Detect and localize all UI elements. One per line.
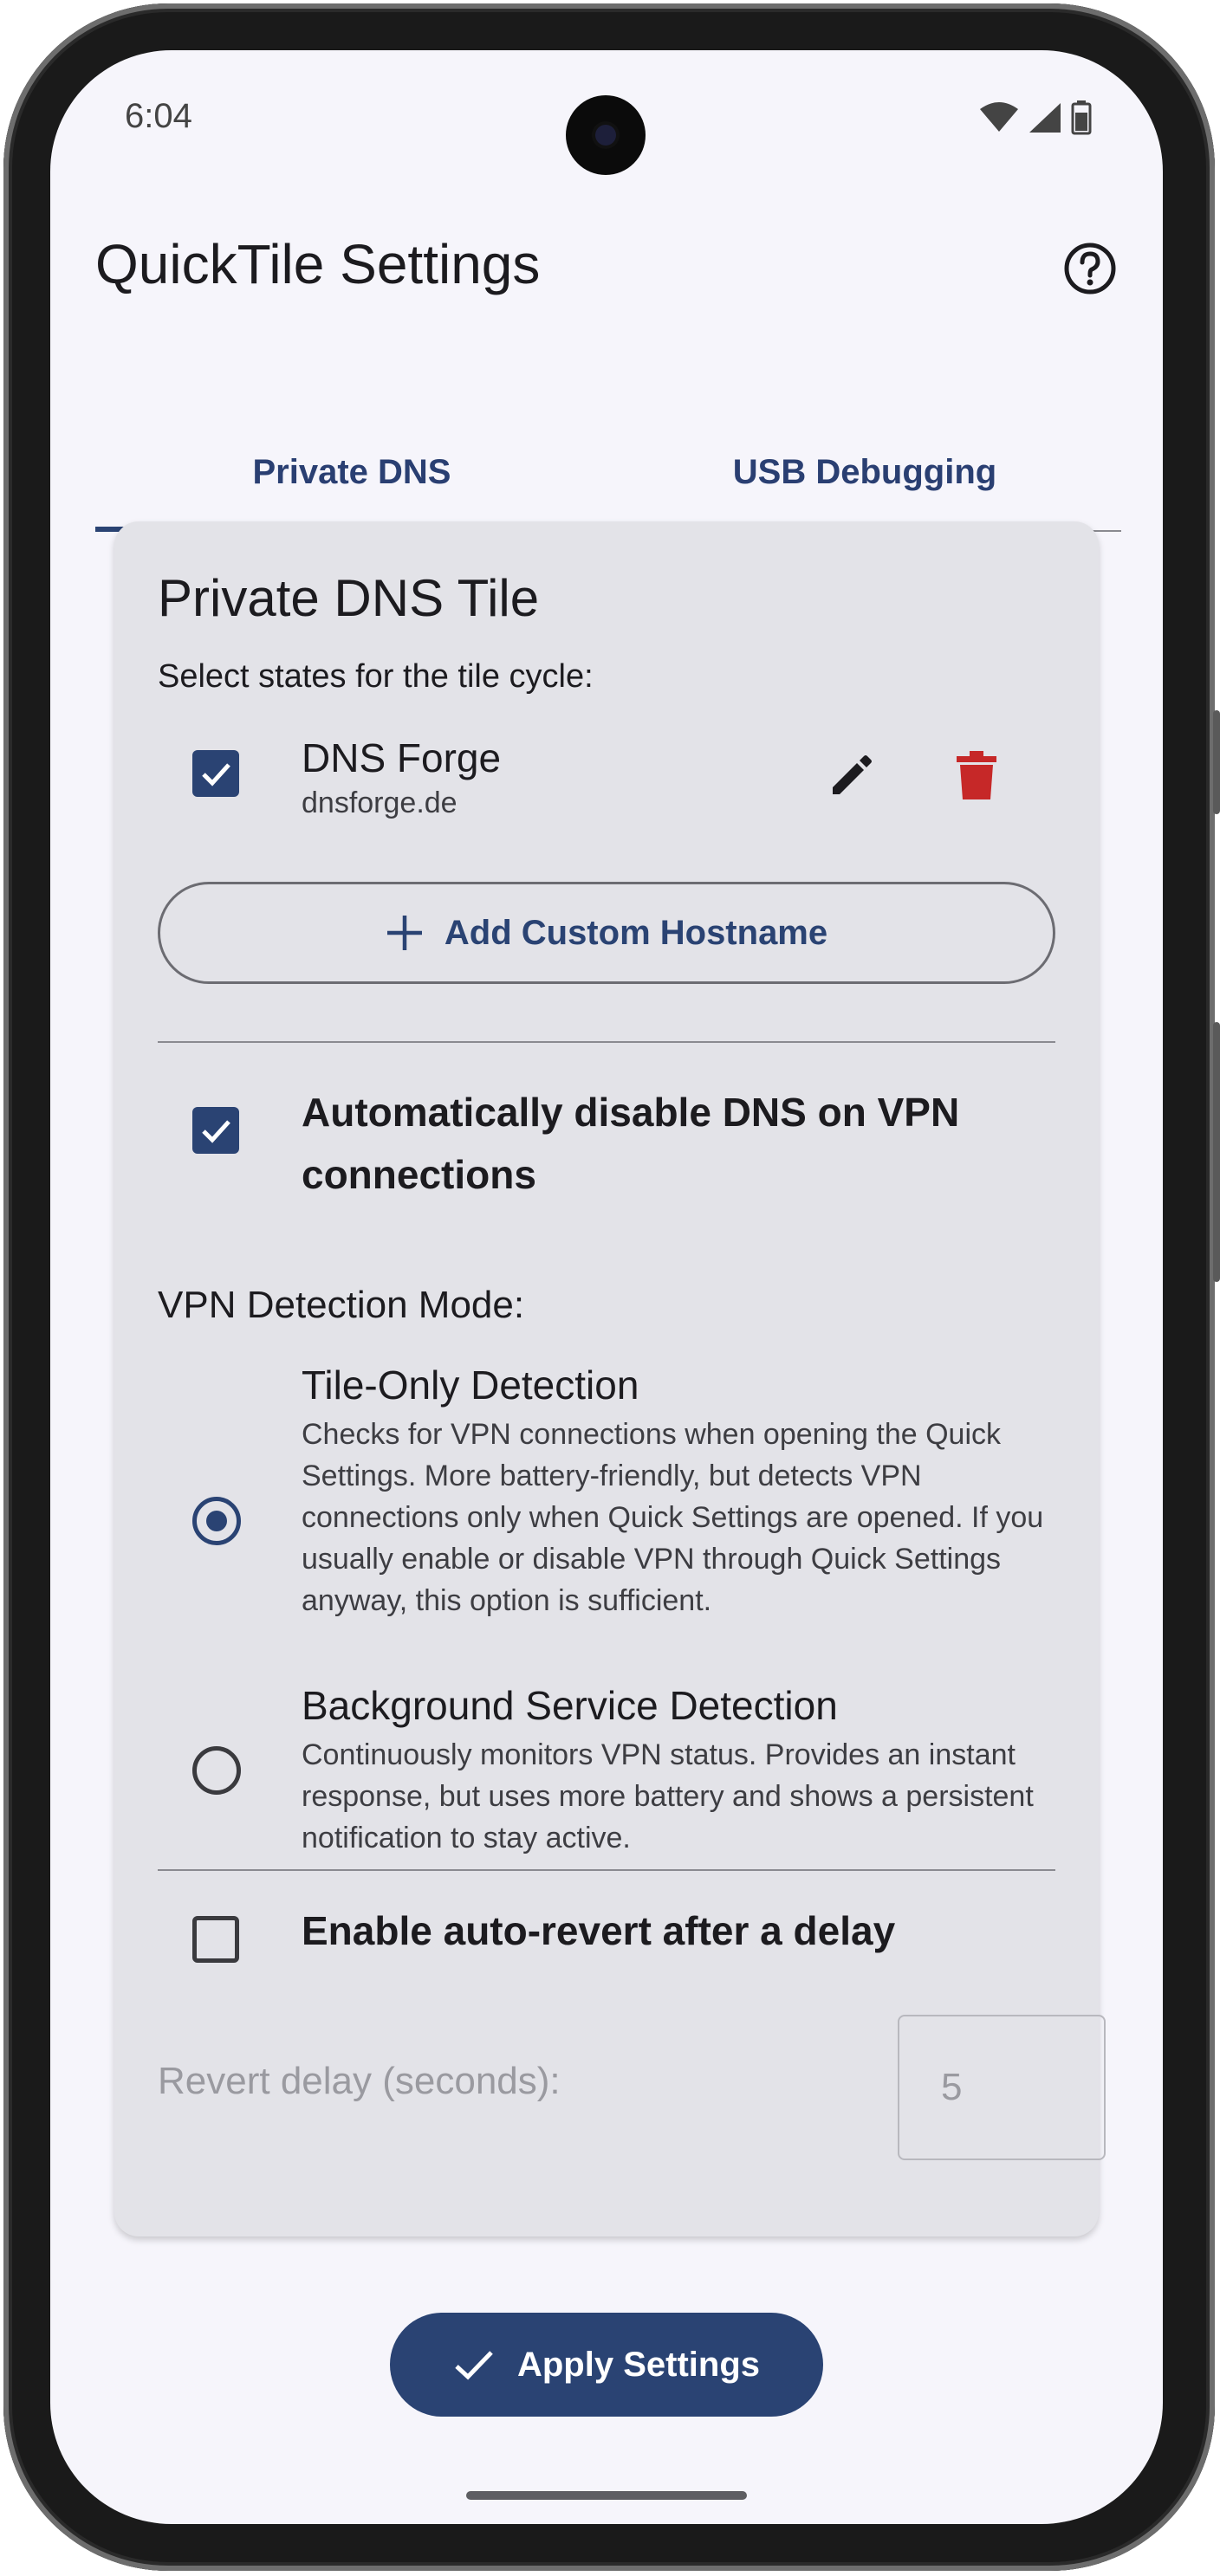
help-button[interactable] — [1062, 241, 1118, 296]
checkmark-icon — [202, 1120, 230, 1143]
page-title: QuickTile Settings — [95, 233, 541, 295]
cellular-signal-icon — [1029, 103, 1061, 133]
trash-icon — [957, 751, 996, 799]
tile-only-description: Checks for VPN connections when opening … — [302, 1418, 1044, 1617]
help-circle-icon — [1064, 243, 1116, 294]
home-indicator[interactable] — [466, 2491, 747, 2500]
background-service-radio[interactable] — [192, 1746, 241, 1795]
vpn-detection-mode-label: VPN Detection Mode: — [158, 1284, 525, 1326]
divider — [158, 1869, 1055, 1871]
apply-button-label: Apply Settings — [516, 2345, 761, 2384]
apply-settings-button[interactable]: Apply Settings — [390, 2313, 823, 2417]
dns-entry-name: DNS Forge — [302, 735, 502, 780]
dns-entry-hostname: dnsforge.de — [302, 786, 458, 819]
status-time: 6:04 — [125, 97, 192, 135]
tab-bar: Private DNS USB Debugging — [95, 414, 1121, 532]
add-button-label: Add Custom Hostname — [444, 913, 828, 952]
divider — [158, 1041, 1055, 1043]
tile-only-radio[interactable] — [192, 1497, 241, 1545]
side-button — [1213, 1022, 1220, 1282]
tab-usb-debugging[interactable]: USB Debugging — [608, 414, 1121, 530]
side-button — [1213, 710, 1220, 814]
battery-icon — [1071, 100, 1092, 135]
screen: 6:04 QuickTile Settings Private DNS USB … — [50, 50, 1163, 2524]
revert-delay-input[interactable] — [898, 2015, 1106, 2160]
revert-delay-label: Revert delay (seconds): — [158, 2060, 561, 2102]
tile-only-title: Tile-Only Detection — [302, 1362, 639, 1408]
checkmark-icon — [202, 763, 230, 786]
pencil-icon — [833, 755, 872, 794]
status-icons — [979, 100, 1092, 135]
tab-label: Private DNS — [252, 452, 451, 491]
add-custom-hostname-button[interactable]: Add Custom Hostname — [158, 882, 1055, 984]
auto-disable-checkbox[interactable] — [192, 1107, 239, 1154]
background-service-title: Background Service Detection — [302, 1683, 838, 1728]
front-camera — [566, 95, 646, 175]
card-subtitle: Select states for the tile cycle: — [158, 658, 594, 695]
card-title: Private DNS Tile — [158, 569, 540, 627]
auto-revert-checkbox[interactable] — [192, 1916, 239, 1963]
checkmark-icon — [455, 2351, 493, 2380]
edit-dns-button[interactable] — [821, 745, 882, 806]
plus-icon — [386, 916, 422, 950]
private-dns-card: Private DNS Tile Select states for the t… — [114, 521, 1106, 2236]
auto-disable-label: Automatically disable DNS on VPN connect… — [302, 1090, 960, 1197]
background-service-description: Continuously monitors VPN status. Provid… — [302, 1738, 1034, 1854]
wifi-icon — [980, 102, 1018, 132]
dns-forge-checkbox[interactable] — [192, 750, 239, 797]
auto-revert-label: Enable auto-revert after a delay — [302, 1908, 896, 1953]
device-frame: 6:04 QuickTile Settings Private DNS USB … — [0, 0, 1220, 2576]
tab-private-dns[interactable]: Private DNS — [95, 414, 608, 532]
delete-dns-button[interactable] — [946, 745, 1007, 806]
tab-label: USB Debugging — [732, 452, 997, 491]
